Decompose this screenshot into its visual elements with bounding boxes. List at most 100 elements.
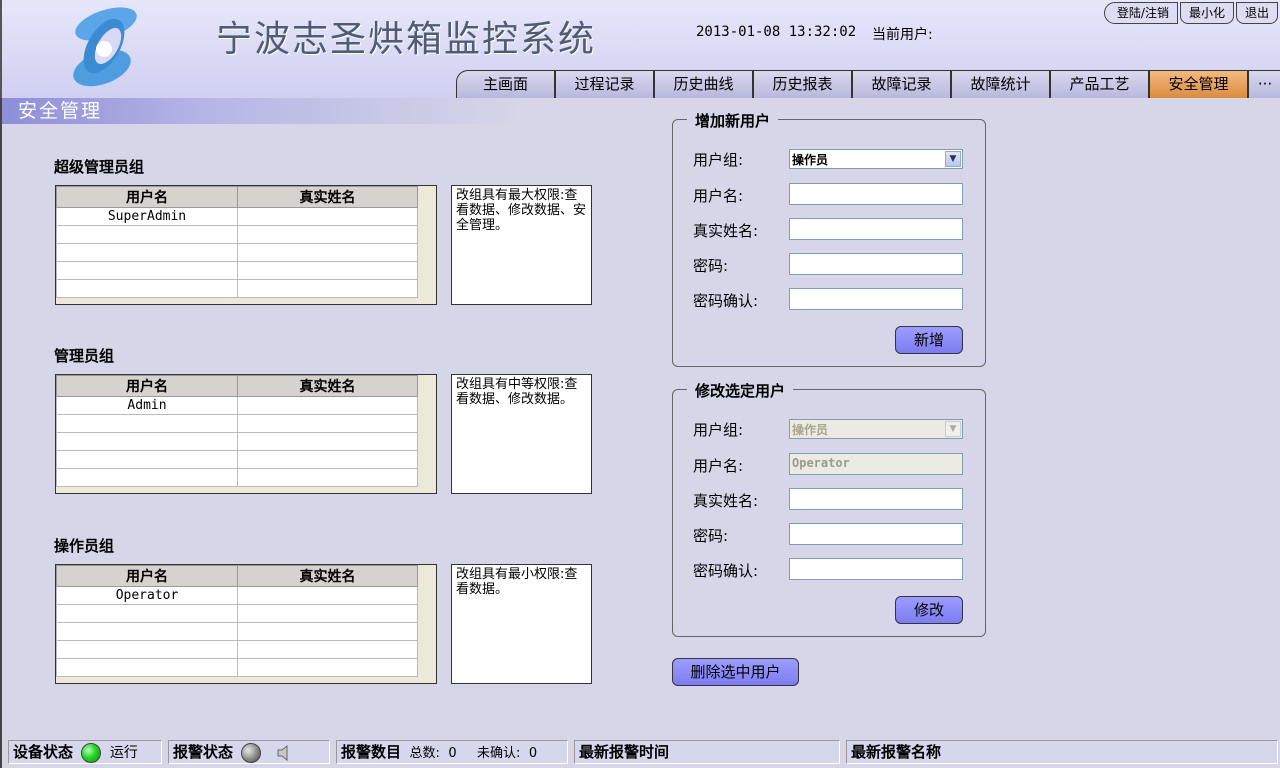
exit-button[interactable]: 退出 bbox=[1235, 2, 1278, 24]
add-user-legend: 增加新用户 bbox=[687, 110, 779, 131]
cell-username[interactable] bbox=[56, 468, 238, 487]
cell-username[interactable] bbox=[56, 243, 238, 262]
column-header-username[interactable]: 用户名 bbox=[56, 375, 238, 397]
table-row[interactable] bbox=[56, 432, 418, 451]
edit-realname-input[interactable] bbox=[789, 488, 963, 510]
cell-realname[interactable] bbox=[237, 468, 418, 487]
add-group-select[interactable]: 操作员 ▼ bbox=[789, 149, 963, 169]
cell-realname[interactable] bbox=[237, 396, 418, 415]
add-password-input[interactable] bbox=[789, 253, 963, 275]
cell-realname[interactable] bbox=[237, 279, 418, 298]
table-row[interactable] bbox=[56, 279, 418, 298]
cell-realname[interactable] bbox=[237, 622, 418, 641]
cell-username[interactable] bbox=[56, 450, 238, 469]
alarm-status-panel: 报警状态 bbox=[168, 740, 330, 764]
cell-realname[interactable] bbox=[237, 261, 418, 280]
group-title-admin: 管理员组 bbox=[54, 347, 115, 365]
cell-username[interactable] bbox=[56, 640, 238, 659]
add-confirm-password-input[interactable] bbox=[789, 288, 963, 310]
cell-username[interactable] bbox=[56, 414, 238, 433]
table-row[interactable] bbox=[56, 414, 418, 433]
table-row[interactable] bbox=[56, 225, 418, 244]
left-border bbox=[0, 98, 2, 738]
header-bar: 宁波志圣烘箱监控系统 2013-01-08 13:32:02 当前用户: 登陆/… bbox=[0, 0, 1280, 98]
minimize-button[interactable]: 最小化 bbox=[1179, 2, 1234, 24]
column-header-realname[interactable]: 真实姓名 bbox=[237, 565, 418, 587]
table-row[interactable]: Admin bbox=[56, 396, 418, 415]
cell-realname[interactable] bbox=[237, 432, 418, 451]
edit-confirm-password-input[interactable] bbox=[789, 558, 963, 580]
main-nav-tabs: 主画面 过程记录 历史曲线 历史报表 故障记录 故障统计 产品工艺 安全管理 ·… bbox=[456, 70, 1280, 98]
add-realname-input[interactable] bbox=[789, 218, 963, 240]
cell-username[interactable] bbox=[56, 658, 238, 677]
cell-realname[interactable] bbox=[237, 640, 418, 659]
device-status-label: 设备状态 bbox=[13, 743, 74, 761]
add-username-input[interactable] bbox=[789, 183, 963, 205]
table-row[interactable] bbox=[56, 622, 418, 641]
speaker-icon[interactable] bbox=[276, 744, 294, 762]
tab-security-management[interactable]: 安全管理 bbox=[1149, 70, 1248, 98]
tab-fault-stats[interactable]: 故障统计 bbox=[951, 70, 1050, 98]
table-row[interactable]: SuperAdmin bbox=[56, 207, 418, 226]
column-header-username[interactable]: 用户名 bbox=[56, 565, 238, 587]
cell-username[interactable]: SuperAdmin bbox=[56, 207, 238, 226]
tab-more[interactable]: ··· bbox=[1248, 70, 1280, 98]
delete-selected-user-button[interactable]: 删除选中用户 bbox=[672, 658, 799, 686]
status-bar: 设备状态 运行 报警状态 报警数目 总数: 0 未确认: 0 最新报警时间 最新… bbox=[0, 738, 1280, 768]
table-row[interactable] bbox=[56, 658, 418, 677]
cell-username[interactable] bbox=[56, 622, 238, 641]
cell-realname[interactable] bbox=[237, 207, 418, 226]
table-row[interactable] bbox=[56, 640, 418, 659]
add-group-select-value: 操作员 bbox=[792, 153, 829, 167]
tab-product-process[interactable]: 产品工艺 bbox=[1050, 70, 1149, 98]
table-row[interactable]: Operator bbox=[56, 586, 418, 605]
cell-realname[interactable] bbox=[237, 658, 418, 677]
cell-username[interactable] bbox=[56, 261, 238, 280]
column-header-realname[interactable]: 真实姓名 bbox=[237, 186, 418, 208]
edit-password-input[interactable] bbox=[789, 523, 963, 545]
tab-process-log[interactable]: 过程记录 bbox=[555, 70, 654, 98]
cell-realname[interactable] bbox=[237, 225, 418, 244]
add-username-label: 用户名: bbox=[693, 187, 744, 205]
superadmin-user-grid[interactable]: 用户名 真实姓名 SuperAdmin bbox=[55, 185, 437, 305]
table-row[interactable] bbox=[56, 261, 418, 280]
cell-realname[interactable] bbox=[237, 450, 418, 469]
table-row[interactable] bbox=[56, 450, 418, 469]
chevron-down-icon[interactable]: ▼ bbox=[945, 151, 961, 167]
group-title-operator: 操作员组 bbox=[54, 537, 115, 555]
edit-group-select-value: 操作员 bbox=[792, 423, 829, 437]
cell-realname[interactable] bbox=[237, 414, 418, 433]
cell-username[interactable] bbox=[56, 604, 238, 623]
operator-description: 改组具有最小权限:查看数据。 bbox=[451, 564, 592, 684]
login-logout-button[interactable]: 登陆/注销 bbox=[1103, 2, 1178, 24]
admin-user-grid[interactable]: 用户名 真实姓名 Admin bbox=[55, 374, 437, 494]
table-row[interactable] bbox=[56, 604, 418, 623]
tab-history-report[interactable]: 历史报表 bbox=[753, 70, 852, 98]
cell-username[interactable] bbox=[56, 432, 238, 451]
device-status-value: 运行 bbox=[109, 745, 138, 761]
alarm-count-label: 报警数目 bbox=[341, 743, 402, 761]
tab-history-curve[interactable]: 历史曲线 bbox=[654, 70, 753, 98]
chevron-down-icon: ▼ bbox=[945, 421, 961, 437]
table-row[interactable] bbox=[56, 243, 418, 262]
add-user-button[interactable]: 新增 bbox=[895, 326, 963, 354]
cell-username[interactable]: Operator bbox=[56, 586, 238, 605]
table-row[interactable] bbox=[56, 468, 418, 487]
cell-realname[interactable] bbox=[237, 604, 418, 623]
modify-user-button[interactable]: 修改 bbox=[895, 596, 963, 624]
add-password-label: 密码: bbox=[693, 257, 729, 275]
tab-main-screen[interactable]: 主画面 bbox=[456, 70, 555, 98]
current-datetime: 2013-01-08 13:32:02 bbox=[696, 24, 857, 40]
edit-group-select: 操作员 ▼ bbox=[789, 419, 963, 439]
cell-username[interactable]: Admin bbox=[56, 396, 238, 415]
column-header-realname[interactable]: 真实姓名 bbox=[237, 375, 418, 397]
cell-realname[interactable] bbox=[237, 243, 418, 262]
cell-username[interactable] bbox=[56, 279, 238, 298]
column-header-username[interactable]: 用户名 bbox=[56, 186, 238, 208]
window-buttons: 登陆/注销 最小化 退出 bbox=[1103, 2, 1278, 24]
tab-fault-log[interactable]: 故障记录 bbox=[852, 70, 951, 98]
cell-realname[interactable] bbox=[237, 586, 418, 605]
operator-user-grid[interactable]: 用户名 真实姓名 Operator bbox=[55, 564, 437, 684]
cell-username[interactable] bbox=[56, 225, 238, 244]
latest-alarm-name-label: 最新报警名称 bbox=[851, 743, 942, 761]
